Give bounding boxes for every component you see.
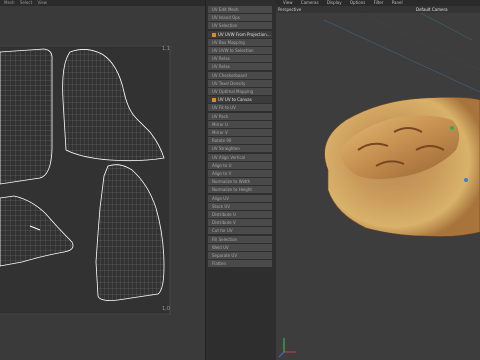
tool-item-label: UV Relax [212,56,230,62]
tool-item-label: UV Island Ops [212,15,240,21]
tool-item[interactable]: Cut for UV [208,227,272,235]
tool-item[interactable]: Weld UV [208,243,272,251]
perspective-viewport[interactable]: View Cameras Display Options Filter Pane… [276,0,480,360]
tool-item[interactable]: UV Pack [208,112,272,120]
tool-item[interactable]: UV Fit to UV [208,104,272,112]
tool-item-label: UV UV to Canvas [218,97,252,103]
viewport-menu-options[interactable]: Options [350,0,365,5]
tool-section-icon [212,32,216,37]
tool-item[interactable]: Align to V [208,170,272,177]
tool-item[interactable]: Stack UV [208,202,272,210]
tool-item[interactable]: UV Selection [208,22,272,30]
tool-item[interactable]: UV UV to Canvas [208,96,272,104]
tool-item-label: UV Texel Density [212,80,246,86]
uv-tools-panel: UV Edit Mesh UV Island Ops UV Selection UV … [205,0,277,360]
tool-item[interactable]: Distribute U [208,211,272,218]
viewport-scene [278,0,480,358]
tool-item-label: UV Pack [212,113,229,119]
tool-item[interactable]: Distribute V [208,219,272,227]
tool-item[interactable]: UV Relax [208,63,272,71]
tool-item-label: UV Selection [212,23,238,29]
uv-editor-panel: Mesh Select View 1,1 1,0 [0,0,205,360]
tool-item[interactable]: UV Edit Mesh [208,6,272,13]
tool-item[interactable]: UV Optimal Mapping [208,88,272,95]
viewport-menu-view[interactable]: View [283,0,293,5]
viewport-grid-line [323,19,480,93]
tool-item-label: Mirror U [212,121,228,127]
viewport-header [276,6,480,13]
tool-item[interactable]: Flatten [208,260,272,268]
manipulator-handle [464,178,468,182]
tool-item-label: Mirror V [212,130,228,135]
tool-item-label: Align to V [212,171,232,176]
tool-item-label: UV Optimal Mapping [212,89,254,94]
tool-item-label: UV Box Mapping [212,39,245,45]
tool-item-label: Separate UV [212,253,238,258]
viewport-menu-cameras[interactable]: Cameras [301,0,319,5]
tool-item-label: Weld UV [212,244,229,250]
tool-item[interactable]: UV UVW From Projection... [208,30,272,38]
tool-item-label: Flatten [212,261,226,267]
tool-item-label: Align to U [212,162,232,168]
uv-island-3 [0,195,74,267]
tool-item-label: UV UVW to Selection [212,48,254,53]
uv-island-2 [62,49,165,162]
uv-corner-label-bottom: 1,0 [162,306,170,312]
tool-item[interactable]: Mirror V [208,129,272,136]
manipulator-handle [450,126,454,130]
tool-item-label: UV UVW From Projection... [218,31,271,37]
viewport-camera-name[interactable]: Default Camera [416,6,448,13]
uv-island-1 [0,48,53,185]
tool-item[interactable]: UV Align Vertical [208,153,272,161]
tool-item[interactable]: UV Relax [208,55,272,63]
tool-item[interactable]: UV Texel Density [208,79,272,87]
uv-islands-layer [0,45,171,315]
tool-item-label: Fill Selection [212,236,238,242]
tool-item[interactable]: Normalize to Width [208,178,272,186]
tool-item[interactable]: Mirror U [208,120,272,128]
tool-item[interactable]: UV Box Mapping [208,38,272,46]
tool-item-label: Distribute V [212,220,236,226]
tool-item-label: UV Checkerboard [212,72,247,78]
uv-island-4 [95,164,165,301]
app-root: Mesh Select View 1,1 1,0 UV Edit Mesh UV… [0,0,480,360]
viewport-menu-display[interactable]: Display [327,0,342,5]
viewport-menu-panel[interactable]: Panel [392,0,403,5]
tool-item-label: UV Fit to UV [212,105,236,111]
viewport-menu-filter[interactable]: Filter [374,0,384,5]
viewport-view-name[interactable]: Perspective [278,6,301,13]
tool-item-label: UV Relax [212,64,230,70]
axis-indicator-z [278,351,285,358]
tool-item[interactable]: Normalize to Height [208,186,272,194]
tool-item-label: UV Align Vertical [212,154,246,160]
tool-item[interactable]: UV UVW to Selection [208,47,272,54]
tool-item[interactable]: Align UV [208,194,272,202]
tool-item-label: UV Straighten [212,146,240,152]
tool-item-label: Distribute U [212,212,236,217]
tool-item[interactable]: Fill Selection [208,235,272,243]
uv-corner-label-top: 1,1 [162,46,170,52]
tool-item[interactable]: UV Straighten [208,145,272,153]
tool-item[interactable]: Separate UV [208,252,272,259]
tool-item[interactable]: UV Checkerboard [208,71,272,79]
tool-item-label: UV Edit Mesh [212,7,239,12]
tool-item-label: Rotate 90 [212,138,232,144]
tool-item-label: Cut for UV [212,228,233,234]
tool-item-label: Normalize to Height [212,187,252,193]
tool-item[interactable]: UV Island Ops [208,14,272,22]
tool-section-icon [212,98,216,103]
tool-item[interactable]: Align to U [208,161,272,169]
tool-item-label: Stack UV [212,203,231,209]
tool-item-label: Normalize to Width [212,179,251,185]
tool-item-label: Align UV [212,195,229,201]
tool-item[interactable]: Rotate 90 [208,137,272,145]
